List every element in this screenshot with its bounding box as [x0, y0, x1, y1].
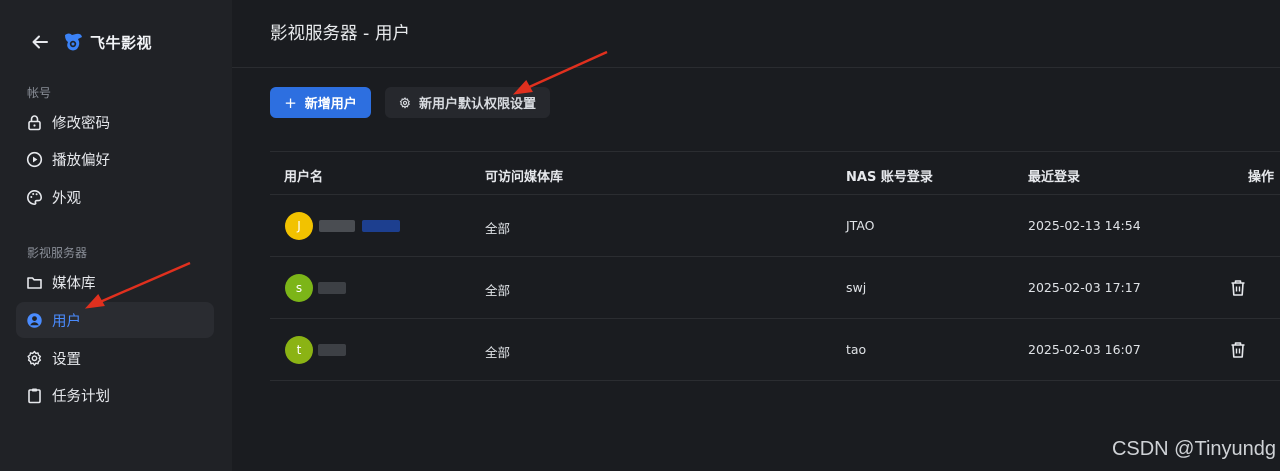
sidebar-item-playback-preference[interactable]: 播放偏好 [16, 141, 214, 177]
username-redacted [318, 282, 346, 294]
username-redacted [362, 220, 400, 232]
column-header-last-login: 最近登录 [1028, 170, 1081, 185]
default-permission-settings-button[interactable]: 新用户默认权限设置 [385, 87, 550, 118]
play-circle-icon [26, 151, 43, 168]
library-cell: 全部 [485, 345, 511, 360]
sidebar-item-label: 设置 [52, 351, 81, 368]
more-actions-icon[interactable]: ⋮ [1276, 287, 1280, 300]
last-login-cell: 2025-02-13 14:54 [1028, 218, 1141, 233]
users-table: 用户名 可访问媒体库 NAS 账号登录 最近登录 操作 J 全部 JTAO 20… [270, 151, 1280, 381]
table-header: 用户名 可访问媒体库 NAS 账号登录 最近登录 操作 [270, 151, 1280, 195]
column-header-username: 用户名 [284, 170, 324, 185]
sidebar-item-label: 媒体库 [52, 275, 96, 292]
more-actions-icon[interactable]: ⋮ [1276, 349, 1280, 362]
sidebar-item-label: 任务计划 [52, 388, 110, 405]
app-logo-icon [62, 31, 84, 53]
sidebar-item-scheduled-tasks[interactable]: 任务计划 [16, 377, 214, 413]
lock-icon [26, 114, 43, 131]
sidebar-item-appearance[interactable]: 外观 [16, 179, 214, 215]
sidebar: 飞牛影视 帐号 修改密码 播放偏好 外观 影视服务器 媒体库 用户 设置 任务计… [0, 0, 232, 471]
more-actions-icon[interactable]: ⋮ [1276, 225, 1280, 238]
nas-account-cell: swj [846, 280, 867, 295]
sidebar-item-settings[interactable]: 设置 [16, 340, 214, 376]
avatar: s [285, 274, 313, 302]
clipboard-icon [26, 387, 43, 404]
sidebar-item-users[interactable]: 用户 [16, 302, 214, 338]
sidebar-item-label: 外观 [52, 190, 81, 207]
add-user-label: 新增用户 [304, 97, 357, 112]
column-header-nas-login: NAS 账号登录 [846, 170, 933, 185]
watermark: CSDN @Tinyundg [1111, 438, 1276, 460]
sidebar-item-media-library[interactable]: 媒体库 [16, 264, 214, 300]
table-row[interactable]: s 全部 swj 2025-02-03 17:17 ⋮ [270, 257, 1280, 319]
app-name: 飞牛影视 [90, 33, 153, 52]
trash-icon[interactable] [1230, 279, 1246, 297]
default-permission-label: 新用户默认权限设置 [418, 97, 536, 112]
library-cell: 全部 [485, 221, 511, 236]
column-header-actions: 操作 [1248, 170, 1275, 185]
nas-account-cell: tao [846, 342, 867, 357]
sidebar-item-label: 修改密码 [52, 115, 110, 132]
gear-icon [399, 96, 411, 109]
gear-icon [26, 350, 43, 367]
back-arrow-icon[interactable] [30, 32, 50, 52]
last-login-cell: 2025-02-03 16:07 [1028, 342, 1141, 357]
trash-icon[interactable] [1230, 341, 1246, 359]
nas-account-cell: JTAO [846, 218, 875, 233]
sidebar-item-label: 用户 [52, 313, 81, 330]
sidebar-item-change-password[interactable]: 修改密码 [16, 104, 214, 140]
header-divider [232, 67, 1280, 68]
library-cell: 全部 [485, 283, 511, 298]
avatar: J [285, 212, 313, 240]
username-redacted [318, 344, 346, 356]
table-row[interactable]: t 全部 tao 2025-02-03 16:07 ⋮ [270, 319, 1280, 381]
avatar: t [285, 336, 313, 364]
section-label-account: 帐号 [27, 86, 52, 100]
brand-header: 飞牛影视 [30, 28, 152, 56]
column-header-library: 可访问媒体库 [485, 170, 564, 185]
section-label-server: 影视服务器 [27, 246, 88, 260]
page-title: 影视服务器 - 用户 [270, 24, 410, 44]
table-row[interactable]: J 全部 JTAO 2025-02-13 14:54 ⋮ [270, 195, 1280, 257]
folder-icon [26, 274, 43, 291]
palette-icon [26, 189, 43, 206]
username-redacted [319, 220, 355, 232]
add-user-button[interactable]: + 新增用户 [270, 87, 371, 118]
sidebar-item-label: 播放偏好 [52, 152, 110, 169]
user-circle-icon [26, 312, 43, 329]
plus-icon: + [284, 93, 297, 112]
last-login-cell: 2025-02-03 17:17 [1028, 280, 1141, 295]
